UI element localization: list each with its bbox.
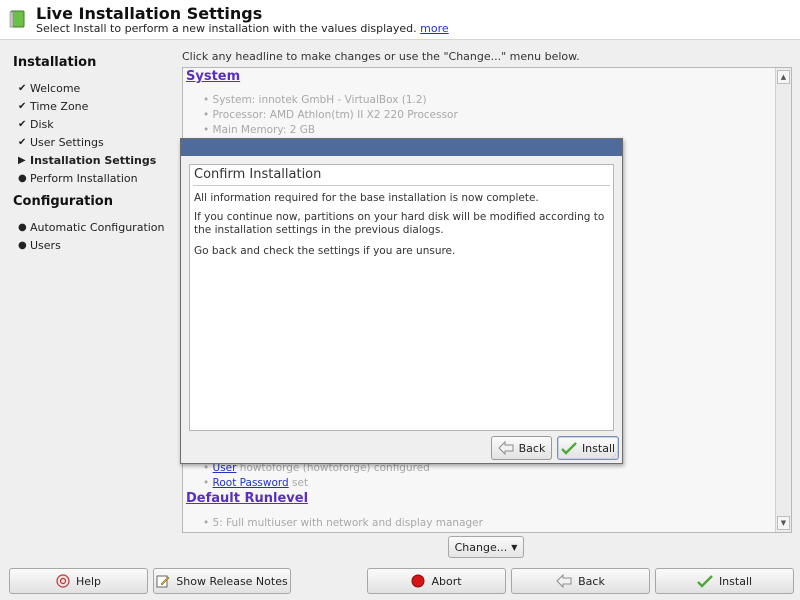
- chevron-down-icon: ▼: [511, 542, 518, 552]
- overview-item-text: Processor: AMD Athlon(tm) II X2 220 Proc…: [212, 109, 458, 121]
- sidebar-item-label: Installation Settings: [30, 153, 157, 167]
- checkmark-icon: [561, 442, 577, 455]
- dialog-back-button-label: Back: [518, 441, 546, 455]
- checkmark-icon: ✔: [18, 136, 27, 148]
- sidebar-item-automatic-configuration: ● Automatic Configuration: [18, 219, 165, 235]
- installation-section-title: Installation: [13, 55, 97, 70]
- bullet-icon: ●: [18, 221, 27, 233]
- sidebar-item-installation-settings: ▶ Installation Settings: [18, 152, 156, 168]
- abort-button[interactable]: Abort: [367, 568, 506, 594]
- bullet-icon: ●: [18, 239, 27, 251]
- dialog-content-panel: Confirm Installation All information req…: [189, 164, 614, 431]
- header: Live Installation Settings Select Instal…: [0, 0, 800, 40]
- sidebar-item-user-settings: ✔ User Settings: [18, 134, 104, 150]
- back-button-label: Back: [578, 574, 605, 588]
- sidebar-item-label: Perform Installation: [30, 171, 138, 185]
- dialog-message-line-3: Go back and check the settings if you ar…: [194, 245, 456, 257]
- dialog-back-button[interactable]: Back: [491, 436, 552, 460]
- back-button[interactable]: Back: [511, 568, 650, 594]
- installer-app-icon: [9, 10, 25, 28]
- dialog-titlebar[interactable]: [181, 139, 622, 156]
- help-icon: [56, 574, 70, 588]
- help-button[interactable]: Help: [9, 568, 148, 594]
- abort-icon: [411, 574, 425, 588]
- help-button-label: Help: [75, 574, 102, 588]
- change-button-label: Change...: [454, 540, 508, 554]
- sidebar-item-welcome: ✔ Welcome: [18, 80, 80, 96]
- dialog-message-line-2: If you continue now, partitions on your …: [194, 211, 605, 236]
- edit-notes-icon: [156, 575, 170, 588]
- checkmark-icon: ✔: [18, 82, 27, 94]
- current-step-arrow-icon: ▶: [18, 154, 26, 166]
- sidebar-item-perform-installation: ● Perform Installation: [18, 170, 138, 186]
- show-release-notes-button[interactable]: Show Release Notes: [153, 568, 291, 594]
- scroll-down-arrow-icon[interactable]: ▼: [777, 516, 790, 530]
- subtitle-text: Select Install to perform a new installa…: [36, 22, 417, 35]
- sidebar-item-label: Automatic Configuration: [30, 220, 165, 234]
- dialog-install-button[interactable]: Install: [557, 436, 619, 460]
- page-subtitle: Select Install to perform a new installa…: [36, 22, 449, 35]
- sidebar-item-users: ● Users: [18, 237, 61, 253]
- overview-item: • Processor: AMD Athlon(tm) II X2 220 Pr…: [203, 109, 458, 121]
- root-password-link[interactable]: Root Password: [213, 477, 289, 489]
- dialog-message-line-1: All information required for the base in…: [194, 192, 539, 204]
- sidebar: Installation ✔ Welcome ✔ Time Zone ✔ Dis…: [0, 41, 176, 561]
- overview-scrollbar[interactable]: ▲ ▼: [775, 68, 791, 532]
- back-arrow-icon: [497, 441, 514, 455]
- dialog-install-button-label: Install: [581, 441, 616, 455]
- system-heading-link[interactable]: System: [186, 69, 240, 84]
- checkmark-icon: [697, 575, 713, 588]
- configuration-section-title: Configuration: [13, 194, 113, 209]
- checkmark-icon: ✔: [18, 118, 27, 130]
- back-arrow-icon: [556, 574, 572, 588]
- overview-item-text: set: [288, 477, 309, 489]
- sidebar-item-disk: ✔ Disk: [18, 116, 54, 132]
- resize-grip-icon[interactable]: ⋰: [612, 452, 620, 461]
- scroll-up-arrow-icon[interactable]: ▲: [777, 70, 790, 84]
- instruction-text: Click any headline to make changes or us…: [182, 50, 580, 63]
- abort-button-label: Abort: [431, 574, 462, 588]
- checkmark-icon: ✔: [18, 100, 27, 112]
- sidebar-item-label: Disk: [30, 117, 54, 131]
- dialog-divider: [193, 185, 610, 186]
- page-title: Live Installation Settings: [36, 4, 263, 23]
- sidebar-item-label: Users: [30, 238, 61, 252]
- overview-item-text: Main Memory: 2 GB: [212, 124, 316, 136]
- overview-item: • System: innotek GmbH - VirtualBox (1.2…: [203, 94, 427, 106]
- sidebar-item-label: User Settings: [30, 135, 104, 149]
- bullet-icon: ●: [18, 172, 27, 184]
- more-link[interactable]: more: [420, 22, 449, 35]
- dialog-title: Confirm Installation: [194, 167, 322, 182]
- release-notes-button-label: Show Release Notes: [176, 574, 288, 588]
- overview-item: • Main Memory: 2 GB: [203, 124, 316, 136]
- sidebar-item-label: Welcome: [30, 81, 81, 95]
- change-menu-button[interactable]: Change... ▼: [448, 536, 524, 558]
- confirm-installation-dialog: Confirm Installation All information req…: [180, 138, 623, 464]
- sidebar-item-label: Time Zone: [30, 99, 89, 113]
- overview-item-text: System: innotek GmbH - VirtualBox (1.2): [212, 94, 427, 106]
- default-runlevel-heading-link[interactable]: Default Runlevel: [186, 491, 308, 506]
- install-button[interactable]: Install: [655, 568, 794, 594]
- overview-item-text: 5: Full multiuser with network and displ…: [212, 517, 483, 529]
- overview-item: • 5: Full multiuser with network and dis…: [203, 517, 483, 529]
- install-button-label: Install: [718, 574, 753, 588]
- sidebar-item-time-zone: ✔ Time Zone: [18, 98, 88, 114]
- overview-item-root-password: • Root Password set: [203, 477, 309, 489]
